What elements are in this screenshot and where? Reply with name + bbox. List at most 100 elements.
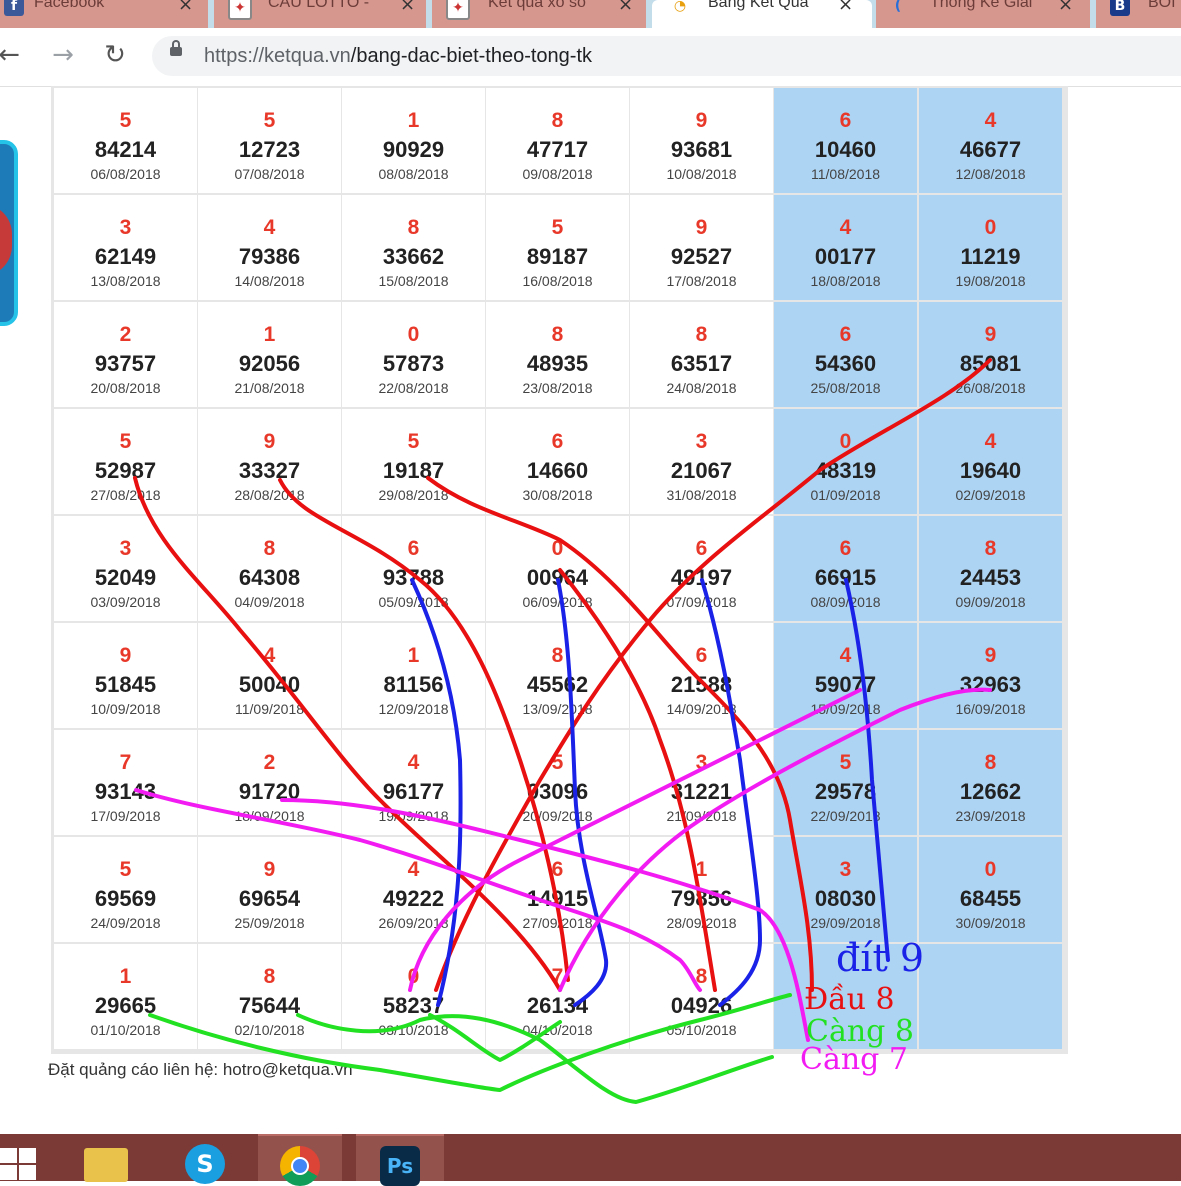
digit-sum: 5 xyxy=(119,858,132,881)
special-prize-number: 79386 xyxy=(238,244,301,269)
special-prize-number: 50040 xyxy=(238,672,301,697)
skype[interactable]: S xyxy=(168,1134,242,1184)
special-prize-number: 84214 xyxy=(94,137,157,162)
tab-bang-ket-qua[interactable]: ◔ Bảng Kết Quả × xyxy=(652,0,872,28)
draw-date: 07/09/2018 xyxy=(666,594,737,610)
forward-button[interactable]: → xyxy=(48,40,78,70)
result-cell: 1 29665 01/10/2018 xyxy=(54,944,197,1049)
digit-sum: 6 xyxy=(551,430,564,453)
special-prize-number: 49222 xyxy=(382,886,445,911)
result-cell: 2 93757 20/08/2018 xyxy=(54,302,197,407)
result-cell: 5 84214 06/08/2018 xyxy=(54,88,197,193)
result-cell: 0 57873 22/08/2018 xyxy=(342,302,485,407)
result-cell: 9 33327 28/08/2018 xyxy=(198,409,341,514)
special-prize-number: 29578 xyxy=(814,779,877,804)
digit-sum: 5 xyxy=(839,751,852,774)
lotto-icon: ✦ xyxy=(228,0,252,20)
special-prize-number: 79856 xyxy=(670,886,733,911)
special-prize-number: 03096 xyxy=(526,779,589,804)
draw-date: 12/08/2018 xyxy=(955,166,1026,182)
digit-sum: 0 xyxy=(407,323,420,346)
draw-date: 29/08/2018 xyxy=(378,487,449,503)
digit-sum: 8 xyxy=(551,323,564,346)
result-cell: 4 46677 12/08/2018 xyxy=(919,88,1062,193)
special-prize-number: 46677 xyxy=(959,137,1022,162)
ketqua-icon: ◔ xyxy=(670,0,690,16)
result-cell: 3 08030 29/09/2018 xyxy=(774,837,917,942)
draw-date: 21/08/2018 xyxy=(234,380,305,396)
tab-title: BÓI xyxy=(1148,0,1176,11)
result-cell: 5 29578 22/09/2018 xyxy=(774,730,917,835)
special-prize-number: 04926 xyxy=(670,993,733,1018)
result-cell: 6 10460 11/08/2018 xyxy=(774,88,917,193)
close-icon[interactable]: × xyxy=(1058,0,1073,15)
digit-sum: 3 xyxy=(695,430,708,453)
tab-title: Facebook xyxy=(34,0,105,11)
draw-date: 02/10/2018 xyxy=(234,1022,305,1038)
floating-banner[interactable] xyxy=(0,140,18,326)
special-prize-number: 63517 xyxy=(670,351,733,376)
chrome[interactable] xyxy=(258,1134,342,1186)
result-cell: 9 92527 17/08/2018 xyxy=(630,195,773,300)
digit-sum: 8 xyxy=(551,109,564,132)
close-icon[interactable]: × xyxy=(178,0,193,15)
result-cell: 1 79856 28/09/2018 xyxy=(630,837,773,942)
digit-sum: 3 xyxy=(119,216,132,239)
digit-sum: 8 xyxy=(695,323,708,346)
back-button[interactable]: ← xyxy=(0,40,24,70)
digit-sum: 8 xyxy=(263,965,276,988)
digit-sum: 2 xyxy=(263,751,276,774)
draw-date: 13/09/2018 xyxy=(522,701,593,717)
tab-cau-lotto[interactable]: ✦ CẦU LÔTTO - × xyxy=(214,0,426,28)
result-cell: 0 00964 06/09/2018 xyxy=(486,516,629,621)
draw-date: 04/09/2018 xyxy=(234,594,305,610)
digit-sum: 4 xyxy=(839,644,852,667)
result-cell: 6 21588 14/09/2018 xyxy=(630,623,773,728)
digit-sum: 4 xyxy=(263,644,276,667)
special-prize-number: 93681 xyxy=(670,137,733,162)
draw-date: 29/09/2018 xyxy=(810,915,881,931)
reload-button[interactable]: ↻ xyxy=(100,40,130,70)
close-icon[interactable]: × xyxy=(838,0,853,15)
tab-ket-qua-xo-so[interactable]: ✦ Kết quả xổ số × xyxy=(432,0,646,28)
photoshop[interactable]: Ps xyxy=(356,1134,444,1186)
special-prize-number: 54360 xyxy=(814,351,877,376)
digit-sum: 5 xyxy=(119,109,132,132)
digit-sum: 5 xyxy=(407,430,420,453)
close-icon[interactable]: × xyxy=(618,0,633,15)
tab-boi[interactable]: B BÓI xyxy=(1096,0,1181,28)
special-prize-number: 90929 xyxy=(382,137,445,162)
result-cell: 8 48935 23/08/2018 xyxy=(486,302,629,407)
start-button[interactable] xyxy=(0,1134,60,1181)
result-cell: 5 03096 20/09/2018 xyxy=(486,730,629,835)
close-icon[interactable]: × xyxy=(400,0,415,15)
draw-date: 23/09/2018 xyxy=(955,808,1026,824)
url-text: https://ketqua.vn/bang-dac-biet-theo-ton… xyxy=(204,45,592,68)
digit-sum: 5 xyxy=(551,216,564,239)
file-explorer[interactable] xyxy=(76,1134,136,1182)
result-cell: 4 19640 02/09/2018 xyxy=(919,409,1062,514)
result-cell: 5 89187 16/08/2018 xyxy=(486,195,629,300)
special-prize-number: 52049 xyxy=(94,565,157,590)
tab-facebook[interactable]: f Facebook × xyxy=(0,0,208,28)
address-bar[interactable]: https://ketqua.vn/bang-dac-biet-theo-ton… xyxy=(152,36,1181,76)
result-cell: 1 92056 21/08/2018 xyxy=(198,302,341,407)
draw-date: 05/10/2018 xyxy=(666,1022,737,1038)
digit-sum: 3 xyxy=(839,858,852,881)
tab-thong-ke-giai[interactable]: ( Thống Kê Giải × xyxy=(876,0,1090,28)
special-prize-number: 19640 xyxy=(959,458,1022,483)
draw-date: 13/08/2018 xyxy=(90,273,161,289)
digit-sum: 9 xyxy=(984,644,997,667)
result-cell: 8 33662 15/08/2018 xyxy=(342,195,485,300)
digit-sum: 0 xyxy=(407,965,420,988)
draw-date: 09/09/2018 xyxy=(955,594,1026,610)
special-prize-number: 45562 xyxy=(526,672,589,697)
special-prize-number: 85081 xyxy=(959,351,1022,376)
url-host: https://ketqua.vn xyxy=(204,45,351,67)
result-cell: 9 93681 10/08/2018 xyxy=(630,88,773,193)
digit-sum: 4 xyxy=(407,751,420,774)
result-cell: 1 81156 12/09/2018 xyxy=(342,623,485,728)
draw-date: 14/08/2018 xyxy=(234,273,305,289)
result-cell: 3 31221 21/09/2018 xyxy=(630,730,773,835)
digit-sum: 1 xyxy=(407,644,420,667)
